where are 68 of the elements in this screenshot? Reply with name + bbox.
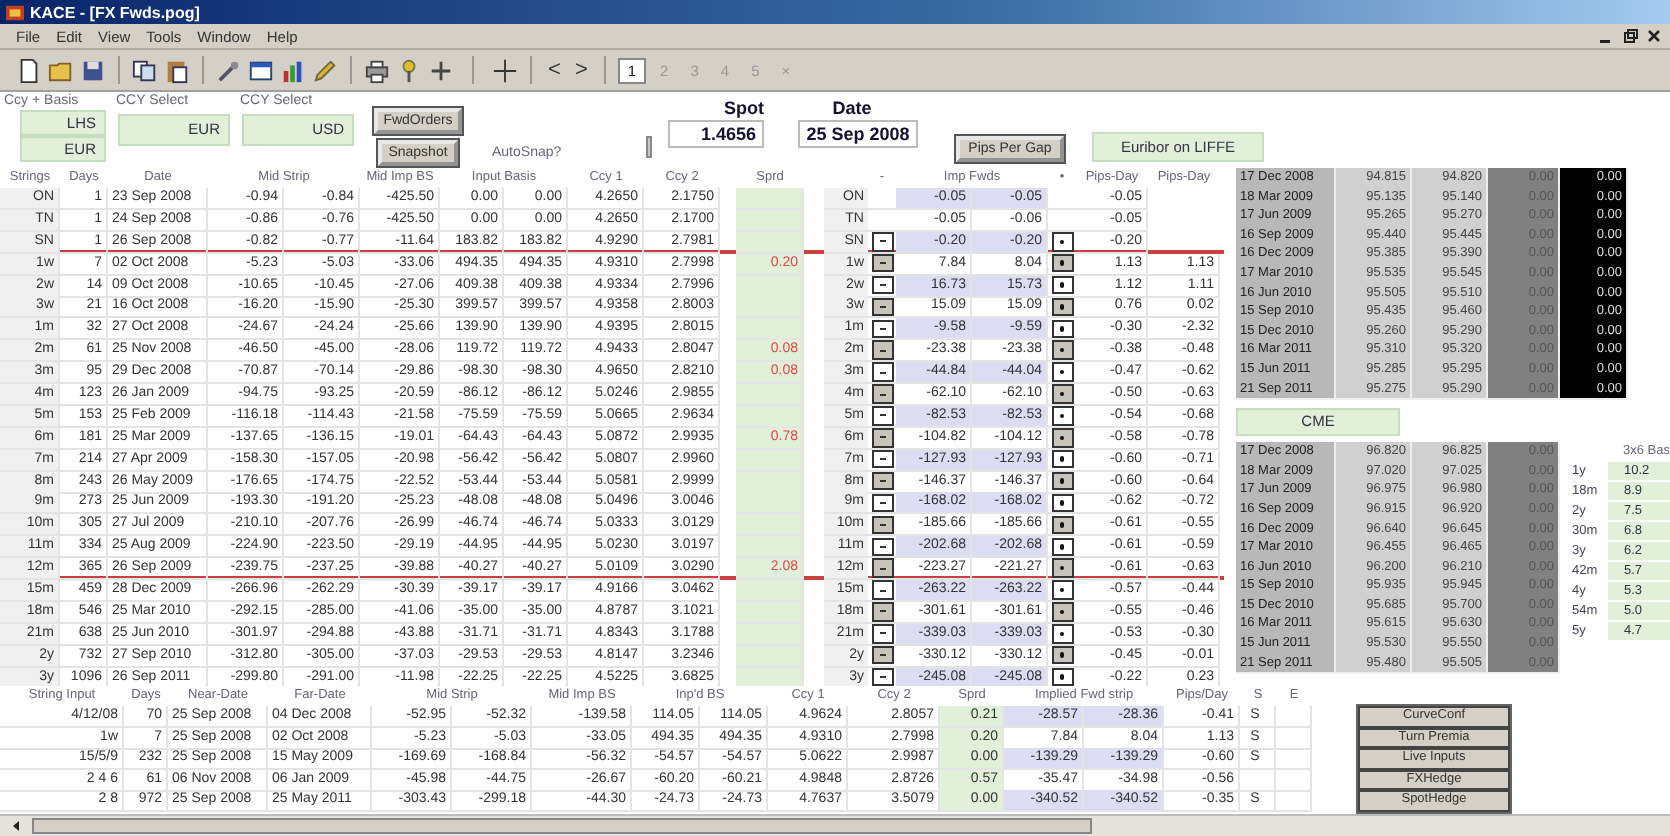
restore-icon[interactable] <box>1622 28 1638 44</box>
minus-button[interactable] <box>871 515 893 535</box>
date-label: Date <box>832 98 872 118</box>
spot-field[interactable]: 1.4656 <box>668 120 764 148</box>
close-icon[interactable] <box>1646 28 1662 44</box>
minus-button[interactable] <box>871 384 893 404</box>
dot-button[interactable] <box>1051 319 1073 339</box>
minus-button[interactable] <box>871 406 893 426</box>
paste-icon[interactable] <box>164 57 190 83</box>
spread-cell <box>736 645 804 668</box>
spread-cell <box>736 384 804 407</box>
spot-label: Spot <box>724 98 764 118</box>
spread-cell <box>736 623 804 646</box>
chart-icon[interactable] <box>280 57 306 83</box>
dot-button[interactable] <box>1051 232 1073 252</box>
crosshair-icon[interactable] <box>492 57 518 83</box>
minus-button[interactable] <box>871 428 893 448</box>
minus-button[interactable] <box>871 537 893 556</box>
spread-cell <box>736 514 804 537</box>
spread-cell <box>736 449 804 472</box>
minus-button[interactable] <box>871 232 893 252</box>
dot-button[interactable] <box>1051 362 1073 382</box>
spread-cell <box>736 536 804 559</box>
spread-cell <box>736 188 804 210</box>
dot-button[interactable] <box>1051 406 1073 426</box>
printer-icon[interactable] <box>364 57 390 83</box>
dot-button[interactable] <box>1051 340 1073 360</box>
minus-button[interactable] <box>871 340 893 360</box>
dot-button[interactable] <box>1051 428 1073 448</box>
spread-cell <box>736 231 804 254</box>
minus-button[interactable] <box>871 362 893 382</box>
minus-button[interactable] <box>871 624 893 644</box>
dot-button[interactable] <box>1051 558 1073 578</box>
window-title: KACE - [FX Fwds.pog] <box>30 3 200 21</box>
spread-cell <box>736 275 804 298</box>
date-field[interactable]: 25 Sep 2008 <box>798 120 918 148</box>
folder-icon[interactable] <box>48 57 74 83</box>
spread-cell <box>736 471 804 494</box>
dot-button[interactable] <box>1051 602 1073 622</box>
spread-cell <box>736 492 804 515</box>
dot-button[interactable] <box>1051 624 1073 644</box>
horizontal-scrollbar[interactable] <box>0 814 1670 836</box>
dot-button[interactable] <box>1051 537 1073 556</box>
spread-cell <box>736 601 804 624</box>
app-icon <box>6 3 24 21</box>
nav-button[interactable]: > <box>570 58 592 82</box>
doc-icon[interactable] <box>16 57 42 83</box>
minus-button[interactable] <box>871 558 893 578</box>
plus-icon[interactable] <box>428 57 454 83</box>
scroll-thumb[interactable] <box>32 818 1092 834</box>
wrench-icon[interactable] <box>216 57 242 83</box>
copy-icon[interactable] <box>132 57 158 83</box>
minus-button[interactable] <box>871 580 893 600</box>
dot-button[interactable] <box>1051 580 1073 600</box>
dot-button[interactable] <box>1051 515 1073 535</box>
dot-button[interactable] <box>1051 384 1073 404</box>
pencil-icon[interactable] <box>312 57 338 83</box>
scroll-left-icon[interactable] <box>8 818 24 834</box>
spread-cell <box>736 296 804 319</box>
spread-cell <box>736 580 804 603</box>
minus-button[interactable] <box>871 602 893 622</box>
window-icon[interactable] <box>248 57 274 83</box>
spread-cell <box>736 405 804 428</box>
nav-button[interactable]: < <box>544 58 565 82</box>
autosnap-checkbox[interactable] <box>645 136 652 158</box>
minus-button[interactable] <box>871 319 893 339</box>
spread-cell <box>736 209 804 232</box>
spread-cell <box>736 318 804 341</box>
